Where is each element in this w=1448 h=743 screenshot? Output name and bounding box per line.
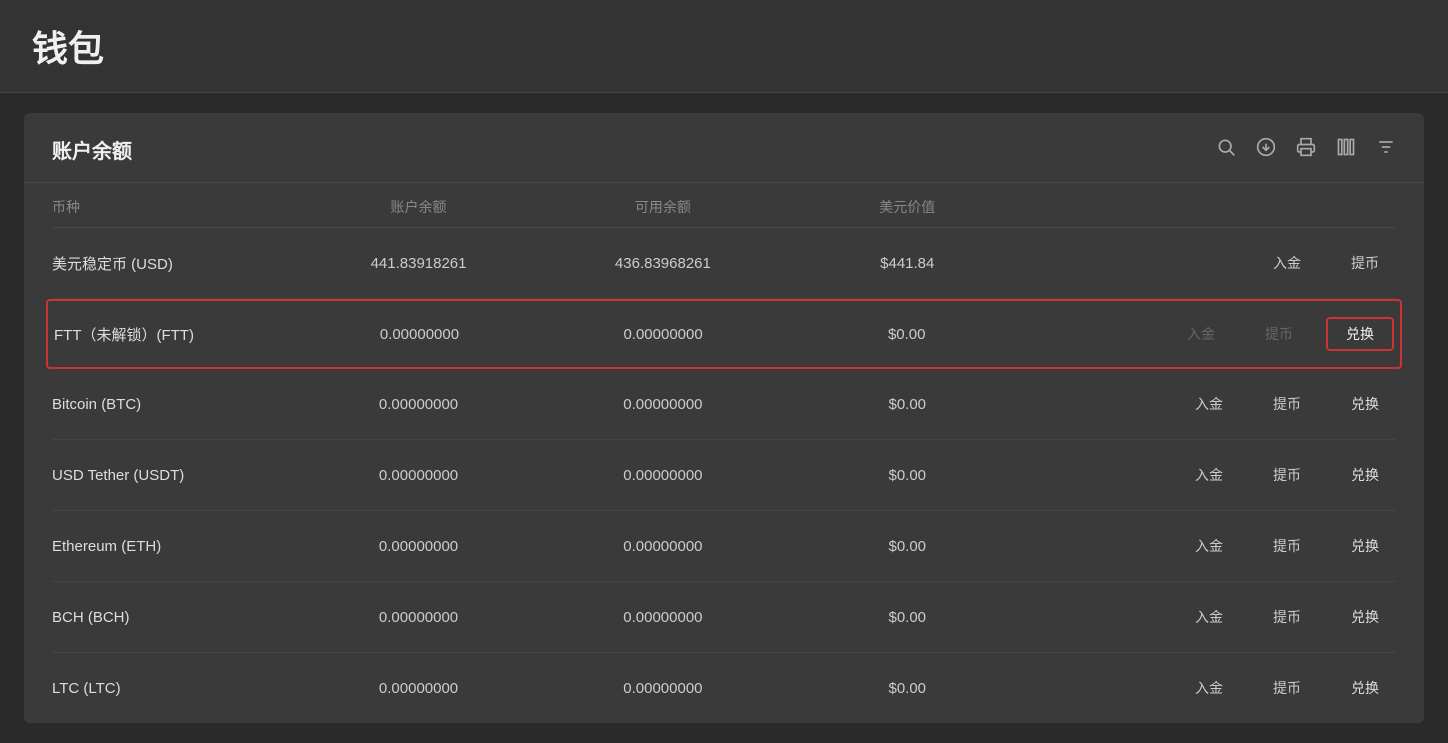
header-balance: 账户余额: [296, 197, 540, 217]
table-row: Bitcoin (BTC) 0.00000000 0.00000000 $0.0…: [52, 369, 1396, 440]
action-buttons: 入金 提币 兑换: [1029, 458, 1396, 492]
balance-value: 0.00000000: [296, 467, 540, 484]
table-row: Ethereum (ETH) 0.00000000 0.00000000 $0.…: [52, 511, 1396, 582]
action-buttons: 入金 提币 兑换: [1029, 387, 1396, 421]
table-header: 币种 账户余额 可用余额 美元价值: [52, 183, 1396, 228]
deposit-button[interactable]: 入金: [1178, 529, 1240, 563]
withdraw-button[interactable]: 提币: [1256, 387, 1318, 421]
table-row: BCH (BCH) 0.00000000 0.00000000 $0.00 入金…: [52, 582, 1396, 653]
deposit-button[interactable]: 入金: [1178, 600, 1240, 634]
usd-value: $0.00: [785, 396, 1029, 413]
action-buttons: 入金 提币 兑换: [1029, 529, 1396, 563]
currency-label: USD Tether (USDT): [52, 467, 296, 484]
balance-value: 0.00000000: [298, 326, 542, 343]
available-value: 0.00000000: [541, 538, 785, 555]
convert-button[interactable]: 兑换: [1334, 671, 1396, 705]
available-value: 0.00000000: [541, 609, 785, 626]
balance-value: 0.00000000: [296, 538, 540, 555]
convert-button[interactable]: 兑换: [1334, 529, 1396, 563]
convert-button[interactable]: 兑换: [1334, 600, 1396, 634]
header-actions: [1029, 197, 1396, 217]
action-buttons: 入金 提币 兑换: [1029, 600, 1396, 634]
convert-button[interactable]: 兑换: [1334, 458, 1396, 492]
usd-value: $0.00: [785, 326, 1029, 343]
usd-value: $0.00: [785, 467, 1029, 484]
download-icon[interactable]: [1256, 137, 1276, 163]
header-usd: 美元价值: [785, 197, 1029, 217]
balance-value: 0.00000000: [296, 680, 540, 697]
available-value: 0.00000000: [541, 680, 785, 697]
convert-button[interactable]: 兑换: [1334, 387, 1396, 421]
balance-value: 0.00000000: [296, 396, 540, 413]
currency-label: 美元稳定币 (USD): [52, 253, 296, 274]
currency-label: LTC (LTC): [52, 680, 296, 697]
action-buttons: 入金 提币: [1029, 246, 1396, 280]
withdraw-button[interactable]: 提币: [1334, 246, 1396, 280]
convert-button-highlighted[interactable]: 兑换: [1326, 317, 1394, 351]
deposit-button[interactable]: 入金: [1178, 458, 1240, 492]
action-buttons: 入金 提币 兑换: [1029, 671, 1396, 705]
available-value: 0.00000000: [541, 467, 785, 484]
wallet-card: 账户余额: [24, 113, 1424, 723]
withdraw-button-disabled: 提币: [1248, 317, 1310, 351]
deposit-button[interactable]: 入金: [1256, 246, 1318, 280]
table-wrapper: 币种 账户余额 可用余额 美元价值 美元稳定币 (USD) 441.839182…: [24, 183, 1424, 723]
usd-value: $0.00: [785, 609, 1029, 626]
currency-label: Ethereum (ETH): [52, 538, 296, 555]
card-title: 账户余额: [52, 135, 132, 164]
usd-value: $441.84: [785, 255, 1029, 272]
action-buttons: 入金 提币 兑换: [1029, 317, 1394, 351]
available-value: 0.00000000: [541, 326, 785, 343]
table-row: LTC (LTC) 0.00000000 0.00000000 $0.00 入金…: [52, 653, 1396, 723]
usd-value: $0.00: [785, 680, 1029, 697]
currency-label: FTT（未解锁）(FTT): [54, 324, 298, 345]
withdraw-button[interactable]: 提币: [1256, 529, 1318, 563]
deposit-button[interactable]: 入金: [1178, 671, 1240, 705]
header-currency: 币种: [52, 197, 296, 217]
table-row: 美元稳定币 (USD) 441.83918261 436.83968261 $4…: [52, 228, 1396, 299]
print-icon[interactable]: [1296, 137, 1316, 163]
withdraw-button[interactable]: 提币: [1256, 671, 1318, 705]
balance-value: 441.83918261: [296, 255, 540, 272]
search-icon[interactable]: [1216, 137, 1236, 163]
balance-value: 0.00000000: [296, 609, 540, 626]
header-available: 可用余额: [541, 197, 785, 217]
card-header: 账户余额: [24, 113, 1424, 183]
available-value: 436.83968261: [541, 255, 785, 272]
available-value: 0.00000000: [541, 396, 785, 413]
page-header: 钱包: [0, 0, 1448, 93]
currency-label: Bitcoin (BTC): [52, 396, 296, 413]
withdraw-button[interactable]: 提币: [1256, 600, 1318, 634]
deposit-button-disabled: 入金: [1170, 317, 1232, 351]
deposit-button[interactable]: 入金: [1178, 387, 1240, 421]
table-row: USD Tether (USDT) 0.00000000 0.00000000 …: [52, 440, 1396, 511]
table-row-ftt: FTT（未解锁）(FTT) 0.00000000 0.00000000 $0.0…: [46, 299, 1402, 369]
toolbar-icons: [1216, 137, 1396, 163]
filter-icon[interactable]: [1376, 137, 1396, 163]
withdraw-button[interactable]: 提币: [1256, 458, 1318, 492]
page-title: 钱包: [32, 20, 1416, 72]
columns-icon[interactable]: [1336, 137, 1356, 163]
currency-label: BCH (BCH): [52, 609, 296, 626]
usd-value: $0.00: [785, 538, 1029, 555]
